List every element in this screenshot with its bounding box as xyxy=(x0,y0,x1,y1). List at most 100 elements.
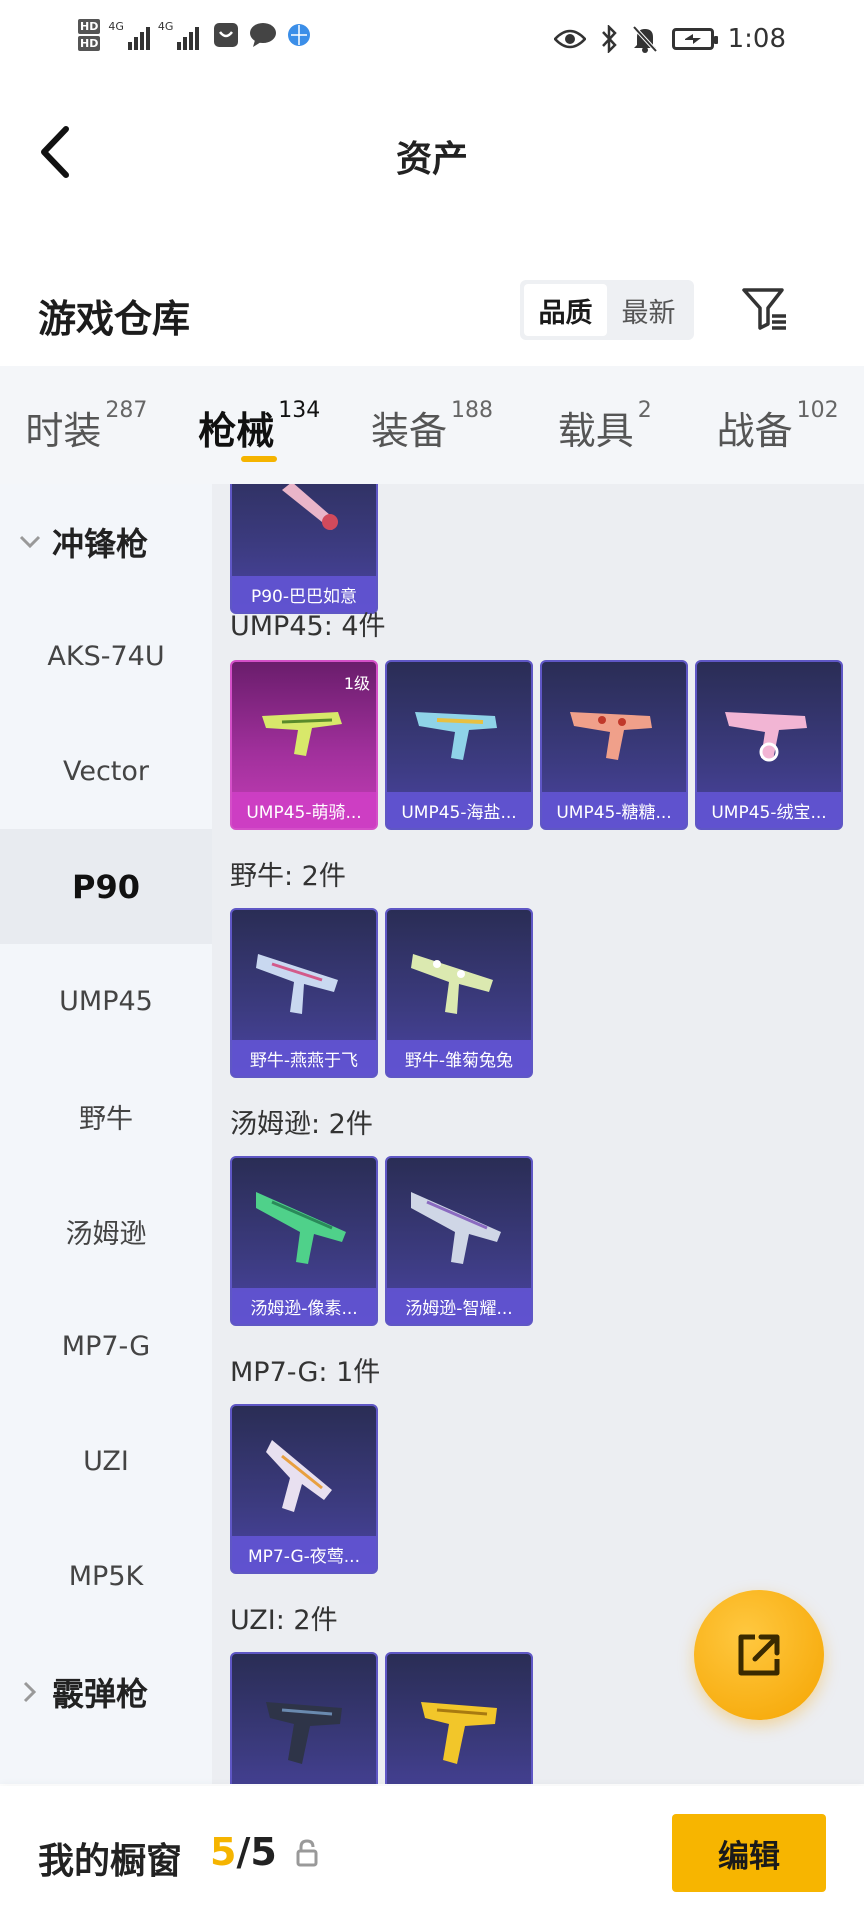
skin-card[interactable]: UMP45-海盐... xyxy=(385,660,533,830)
showcase-total: 5 xyxy=(250,1830,277,1874)
showcase-count: 5/5 xyxy=(210,1830,277,1874)
skin-card[interactable]: 汤姆逊-像素... xyxy=(230,1156,378,1326)
chevron-down-icon xyxy=(19,535,41,548)
tab-label: 时装 xyxy=(25,409,102,453)
category-tabs: 时装 287 枪械 134 装备 188 载具 2 战备 102 xyxy=(0,366,864,484)
tab-label: 战备 xyxy=(716,409,793,453)
sidebar-item-bizon[interactable]: 野牛 xyxy=(0,1059,212,1174)
skin-card[interactable]: 野牛-燕燕于飞 xyxy=(230,908,378,1078)
tab-fashion[interactable]: 时装 287 xyxy=(0,366,173,484)
group-label: 野牛: 2件 xyxy=(230,861,346,892)
share-button[interactable] xyxy=(694,1590,824,1720)
battery-charging-icon xyxy=(671,28,718,50)
network-type-1: 4G xyxy=(108,20,124,33)
gun-skin-image xyxy=(266,1702,342,1764)
tab-vehicles[interactable]: 载具 2 xyxy=(518,366,691,484)
group-label: MP7-G: 1件 xyxy=(230,1357,381,1388)
clock: 1:08 xyxy=(727,24,786,54)
network-type-2: 4G xyxy=(157,20,174,33)
hd2-label: HD xyxy=(78,36,101,51)
status-left: HD HD 4G 4G xyxy=(78,18,311,52)
showcase-label: 我的橱窗 xyxy=(38,1841,183,1882)
skin-card[interactable]: P90-巴巴如意 xyxy=(230,484,378,614)
sidebar-item-ump45[interactable]: UMP45 xyxy=(0,944,212,1059)
status-bar: HD HD 4G 4G 1:08 xyxy=(0,0,864,90)
tab-equipment[interactable]: 装备 188 xyxy=(346,366,519,484)
sidebar-group-label: 冲锋枪 xyxy=(52,524,149,563)
sidebar-item-vector[interactable]: Vector xyxy=(0,714,212,829)
chevron-right-icon xyxy=(23,1681,37,1702)
sidebar-item-uzi[interactable]: UZI xyxy=(0,1404,212,1519)
section-header: 游戏仓库 品质 最新 xyxy=(0,268,864,368)
sidebar-item-mp7g[interactable]: MP7-G xyxy=(0,1289,212,1404)
bell-off-icon xyxy=(632,25,658,53)
skin-name: UMP45-萌骑... xyxy=(232,792,376,828)
app-notification-icon xyxy=(214,23,239,47)
gun-skin-image xyxy=(421,1702,497,1764)
active-tab-indicator xyxy=(241,456,278,462)
skin-card[interactable]: UMP45-绒宝... xyxy=(695,660,843,830)
sort-toggle: 品质 最新 xyxy=(520,280,694,340)
tab-count: 2 xyxy=(637,398,652,423)
filter-button[interactable] xyxy=(736,280,792,336)
share-external-icon xyxy=(738,1634,780,1676)
hd-indicator: HD HD xyxy=(78,18,101,52)
skin-card[interactable] xyxy=(230,1652,378,1784)
gun-skin-image xyxy=(256,1192,346,1264)
gun-skin-image xyxy=(415,712,497,760)
skin-name: UMP45-绒宝... xyxy=(697,792,841,828)
skin-name: MP7-G-夜莺... xyxy=(232,1536,376,1572)
group-label: UMP45: 4件 xyxy=(230,611,386,642)
page-title: 资产 xyxy=(395,139,468,180)
skin-card[interactable]: MP7-G-夜莺... xyxy=(230,1404,378,1574)
gun-skin-image xyxy=(256,954,338,1014)
skin-name: 汤姆逊-智耀... xyxy=(387,1288,531,1324)
gun-skin-image xyxy=(266,1440,332,1512)
app-header: 资产 xyxy=(0,100,864,210)
sort-option-latest[interactable]: 最新 xyxy=(607,284,690,336)
skin-card[interactable]: 野牛-雏菊兔兔 xyxy=(385,908,533,1078)
sidebar-item-p90[interactable]: P90 xyxy=(0,829,212,944)
sidebar-item-aks74u[interactable]: AKS-74U xyxy=(0,599,212,714)
sidebar-item-thompson[interactable]: 汤姆逊 xyxy=(0,1174,212,1289)
skin-name: UMP45-糖糖... xyxy=(542,792,686,828)
group-label: 汤姆逊: 2件 xyxy=(230,1109,373,1140)
gun-skin-image xyxy=(262,712,342,756)
skin-name: 汤姆逊-像素... xyxy=(232,1288,376,1324)
filter-icon xyxy=(742,288,786,330)
skin-name: UMP45-海盐... xyxy=(387,792,531,828)
showcase-current: 5 xyxy=(210,1830,237,1874)
sort-option-quality[interactable]: 品质 xyxy=(524,284,607,336)
signal-icon-2: 4G xyxy=(158,20,200,50)
showcase-separator: / xyxy=(236,1830,251,1874)
hd1-label: HD xyxy=(78,19,101,34)
status-right: 1:08 xyxy=(553,24,786,54)
gun-skin-image xyxy=(570,712,652,760)
tab-count: 102 xyxy=(796,398,839,423)
bluetooth-icon xyxy=(601,25,617,53)
sidebar-group-shotgun[interactable]: 霰弹枪 xyxy=(0,1634,212,1749)
skin-card[interactable]: 1级 UMP45-萌骑... xyxy=(230,660,378,830)
sidebar-item-mp5k[interactable]: MP5K xyxy=(0,1519,212,1634)
tab-label: 载具 xyxy=(557,409,634,453)
sidebar-group-smg[interactable]: 冲锋枪 xyxy=(0,484,212,599)
edit-button[interactable]: 编辑 xyxy=(672,1814,826,1892)
tab-supplies[interactable]: 战备 102 xyxy=(691,366,864,484)
sidebar-group-label: 霰弹枪 xyxy=(52,1674,149,1713)
gun-skin-image xyxy=(411,954,493,1014)
weapon-grid: P90-巴巴如意 UMP45: 4件 1级 UMP45-萌骑... UMP45-… xyxy=(212,484,864,1784)
skin-card[interactable] xyxy=(385,1652,533,1784)
bottom-bar: 我的橱窗 5/5 编辑 xyxy=(0,1786,864,1920)
gun-skin-image xyxy=(725,712,807,762)
tab-count: 287 xyxy=(105,398,148,423)
skin-card[interactable]: 汤姆逊-智耀... xyxy=(385,1156,533,1326)
skin-name: 野牛-雏菊兔兔 xyxy=(387,1040,531,1076)
tab-label: 装备 xyxy=(370,409,447,453)
section-title: 游戏仓库 xyxy=(38,297,191,341)
browser-icon xyxy=(288,24,311,46)
signal-icon-1: 4G xyxy=(108,20,150,50)
skin-name: 野牛-燕燕于飞 xyxy=(232,1040,376,1076)
skin-card[interactable]: UMP45-糖糖... xyxy=(540,660,688,830)
tab-weapons[interactable]: 枪械 134 xyxy=(173,366,346,484)
tab-count: 134 xyxy=(278,398,321,423)
